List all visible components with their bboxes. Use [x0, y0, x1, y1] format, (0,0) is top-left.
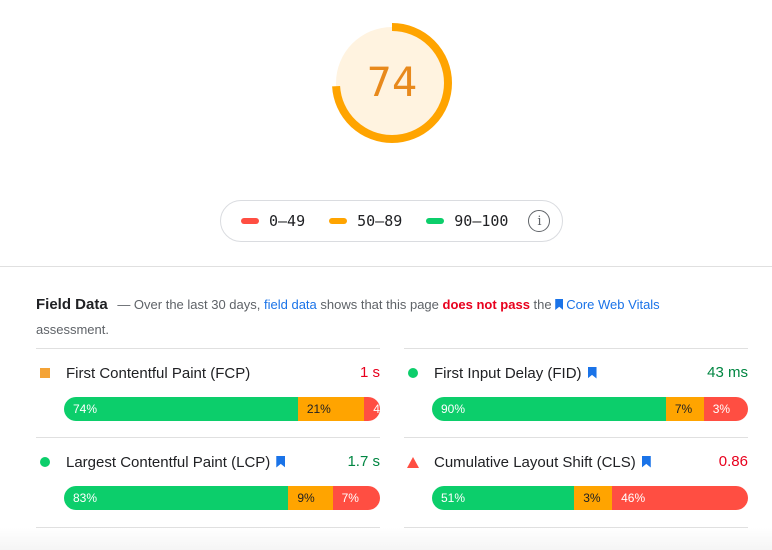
field-data-link[interactable]: field data: [264, 297, 317, 312]
distribution-average: 21%: [297, 397, 365, 421]
distribution-bar: 90% 7% 3%: [432, 397, 748, 421]
core-vital-bookmark-icon: [587, 366, 597, 379]
pass-circle-icon: [40, 457, 50, 467]
field-data-title: Field Data: [36, 296, 108, 313]
score-legend: 0–49 50–89 90–100 i: [220, 200, 563, 242]
distribution-average: 7%: [665, 397, 704, 421]
performance-score-gauge: 74: [330, 21, 454, 145]
distribution-bar: 83% 9% 7%: [64, 486, 380, 510]
legend-bar-orange: [329, 218, 348, 224]
pass-circle-icon: [408, 368, 418, 378]
legend-item-average: 50–89: [329, 212, 402, 230]
section-divider: [0, 266, 772, 267]
score-value: 74: [366, 60, 418, 106]
core-web-vitals-label: Core Web Vitals: [566, 297, 660, 312]
metric-value: 0.86: [718, 453, 748, 470]
metric-name: Cumulative Layout Shift (CLS): [434, 454, 654, 471]
metric-value: 1 s: [359, 364, 380, 381]
field-data-summary: Field Data — Over the last 30 days, fiel…: [36, 292, 736, 342]
distribution-poor: 3%: [703, 397, 748, 421]
legend-range-label: 0–49: [269, 212, 306, 230]
distribution-poor: 4%: [364, 397, 380, 421]
legend-item-fail: 0–49: [241, 212, 305, 230]
average-square-icon: [40, 368, 50, 378]
legend-bar-green: [426, 218, 445, 224]
metric-value: 1.7 s: [347, 453, 380, 470]
core-vital-bookmark-icon: [641, 455, 651, 468]
metric-cls: Cumulative Layout Shift (CLS) 0.86 51% 3…: [404, 437, 748, 527]
distribution-poor: 46%: [612, 486, 748, 510]
distribution-poor: 7%: [332, 486, 380, 510]
distribution-good: 51%: [432, 486, 575, 510]
metric-value: 43 ms: [707, 364, 748, 381]
legend-item-pass: 90–100: [426, 212, 508, 230]
metric-fcp: First Contentful Paint (FCP) 1 s 74% 21%…: [36, 348, 380, 438]
metric-lcp: Largest Contentful Paint (LCP) 1.7 s 83%…: [36, 437, 380, 527]
distribution-bar: 74% 21% 4%: [64, 397, 380, 421]
legend-range-label: 50–89: [357, 212, 403, 230]
info-icon[interactable]: i: [528, 210, 551, 232]
field-data-text: the: [529, 297, 556, 312]
field-data-text: shows that this page: [316, 297, 443, 312]
distribution-bar: 51% 3% 46%: [432, 486, 748, 510]
metric-name-text: Cumulative Layout Shift (CLS): [434, 453, 636, 471]
metric-name: Largest Contentful Paint (LCP): [66, 454, 288, 471]
metric-name: First Contentful Paint (FCP): [66, 364, 251, 382]
distribution-good: 74%: [64, 397, 298, 421]
assessment-status: does not pass: [442, 297, 530, 312]
metric-fid: First Input Delay (FID) 43 ms 90% 7% 3%: [404, 348, 748, 438]
fail-triangle-icon: [407, 456, 419, 468]
core-vital-bookmark-icon: [276, 455, 286, 468]
legend-range-label: 90–100: [454, 212, 509, 230]
metric-name: First Input Delay (FID): [434, 365, 600, 382]
field-data-text: — Over the last 30 days,: [117, 297, 264, 312]
core-web-vitals-link[interactable]: Core Web Vitals: [555, 297, 660, 312]
distribution-good: 83%: [64, 486, 289, 510]
distribution-average: 3%: [574, 486, 613, 510]
metric-name-text: Largest Contentful Paint (LCP): [66, 453, 271, 471]
distribution-good: 90%: [432, 397, 666, 421]
field-data-text: assessment.: [36, 322, 109, 337]
distribution-average: 9%: [288, 486, 333, 510]
scroll-fade: [0, 528, 772, 550]
metric-name-text: First Input Delay (FID): [434, 364, 582, 382]
bookmark-icon: [555, 299, 564, 310]
legend-bar-red: [241, 218, 259, 224]
